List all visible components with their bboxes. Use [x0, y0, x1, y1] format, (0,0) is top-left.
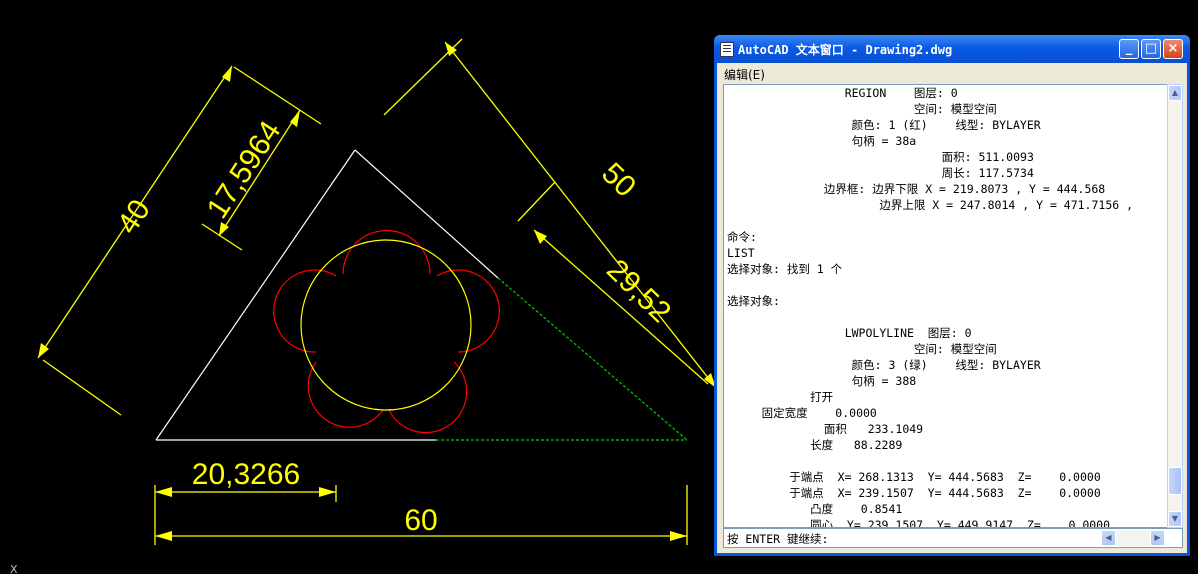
- window-title: AutoCAD 文本窗口 - Drawing2.dwg: [738, 43, 953, 57]
- history-line: LWPOLYLINE 图层: 0: [727, 326, 972, 340]
- triangle-outline: [155, 149, 499, 441]
- history-line: 面积 233.1049: [727, 422, 924, 436]
- dimension-lines: [37, 38, 717, 545]
- history-line: 固定宽度 0.0000: [727, 406, 877, 420]
- history-line: 选择对象: 找到 1 个: [727, 262, 843, 276]
- history-line: LIST: [727, 246, 755, 260]
- history-line: 命令:: [727, 230, 757, 244]
- history-line: 边界上限 X = 247.8014 , Y = 471.7156 ,: [727, 198, 1134, 212]
- vertical-scrollbar[interactable]: ▲ ▼: [1167, 84, 1183, 528]
- scroll-right-icon[interactable]: ▶: [1150, 530, 1165, 546]
- window-icon[interactable]: [720, 42, 734, 57]
- close-button[interactable]: ×: [1163, 39, 1183, 59]
- text-history[interactable]: REGION 图层: 0 空间: 模型空间 颜色: 1 (红) 线型: BYLA…: [723, 84, 1173, 528]
- dim-text-29-52: 29,52: [600, 253, 677, 329]
- scroll-thumb[interactable]: [1168, 467, 1182, 495]
- history-line: 选择对象:: [727, 294, 780, 308]
- history-line: REGION 图层: 0: [727, 86, 958, 100]
- history-line: 圆心 Y= 239.1507 Y= 449.9147 Z= 0.0000: [727, 518, 1111, 528]
- history-line: 颜色: 1 (红) 线型: BYLAYER: [727, 118, 1041, 132]
- dim-text-50: 50: [595, 157, 642, 204]
- history-line: 空间: 模型空间: [727, 102, 997, 116]
- command-prompt: 按 ENTER 键继续:: [727, 532, 829, 546]
- yellow-circle: [300, 239, 472, 411]
- history-line: 凸度 0.8541: [727, 502, 903, 516]
- history-line: 边界框: 边界下限 X = 219.8073 , Y = 444.568: [727, 182, 1106, 196]
- window-titlebar[interactable]: AutoCAD 文本窗口 - Drawing2.dwg _ □ ×: [714, 35, 1190, 63]
- menu-bar: 编辑(E): [717, 63, 1187, 83]
- history-line: 长度 88.2289: [727, 438, 903, 452]
- scroll-left-icon[interactable]: ◀: [1101, 530, 1116, 546]
- history-line: 于端点 X= 239.1507 Y= 444.5683 Z= 0.0000: [727, 486, 1101, 500]
- maximize-button[interactable]: □: [1141, 39, 1161, 59]
- dimension-arrows: [38, 42, 716, 541]
- history-line: 空间: 模型空间: [727, 342, 997, 356]
- red-arcs: [273, 229, 500, 434]
- history-line: 周长: 117.5734: [727, 166, 1034, 180]
- ucs-label: X: [10, 563, 18, 574]
- history-line: 打开: [727, 390, 834, 404]
- horizontal-scrollbar[interactable]: ◀ ▶: [1101, 530, 1165, 546]
- menu-edit[interactable]: 编辑(E): [724, 66, 765, 83]
- history-line: 面积: 511.0093: [727, 150, 1034, 164]
- scroll-down-icon[interactable]: ▼: [1168, 511, 1182, 527]
- dim-text-20-3266: 20,3266: [192, 458, 300, 491]
- dim-text-40: 40: [111, 194, 157, 240]
- history-line: 于端点 X= 268.1313 Y= 444.5683 Z= 0.0000: [727, 470, 1101, 484]
- history-line: 句柄 = 388: [727, 374, 917, 388]
- scroll-up-icon[interactable]: ▲: [1168, 85, 1182, 101]
- history-line: 颜色: 3 (绿) 线型: BYLAYER: [727, 358, 1041, 372]
- autocad-text-window[interactable]: AutoCAD 文本窗口 - Drawing2.dwg _ □ × 编辑(E) …: [714, 35, 1190, 556]
- dim-text-60: 60: [404, 504, 437, 537]
- history-line: 句柄 = 38a: [727, 134, 917, 148]
- command-line[interactable]: 按 ENTER 键继续: ◀ ▶: [723, 528, 1183, 548]
- dim-text-17-5964: 17,5964: [201, 115, 288, 224]
- minimize-button[interactable]: _: [1119, 39, 1139, 59]
